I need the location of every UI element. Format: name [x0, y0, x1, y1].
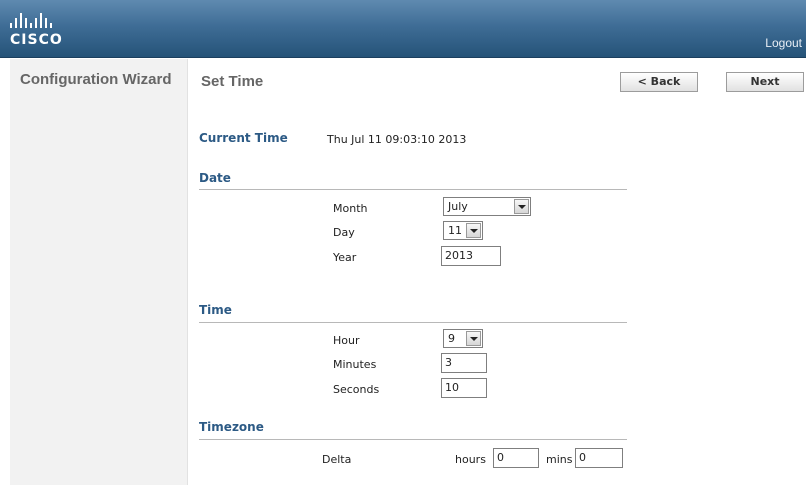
time-divider — [199, 322, 627, 323]
cisco-logo-text: CISCO — [10, 32, 63, 48]
chevron-down-icon[interactable] — [466, 223, 481, 238]
month-select[interactable]: July — [443, 197, 531, 216]
date-divider — [199, 189, 627, 190]
hours-label: hours — [455, 453, 486, 466]
sidebar-title: Configuration Wizard — [20, 71, 172, 88]
sidebar: Configuration Wizard — [10, 59, 188, 485]
day-select[interactable]: 11 — [443, 221, 483, 240]
delta-hours-input[interactable]: 0 — [493, 448, 539, 468]
seconds-input[interactable]: 10 — [441, 378, 487, 398]
mins-label: mins — [546, 453, 573, 466]
hour-select-value: 9 — [448, 332, 455, 345]
chevron-down-icon[interactable] — [514, 199, 529, 214]
time-section-label: Time — [199, 303, 232, 317]
day-select-value: 11 — [448, 224, 462, 237]
day-label: Day — [333, 226, 355, 239]
back-button[interactable]: < Back — [620, 72, 698, 92]
page-title: Set Time — [201, 73, 264, 90]
header-bar: CISCO Logout — [0, 0, 806, 58]
month-select-value: July — [448, 200, 468, 213]
year-label: Year — [333, 251, 357, 264]
minutes-label: Minutes — [333, 358, 377, 371]
timezone-divider — [199, 439, 627, 440]
minutes-input[interactable]: 3 — [441, 353, 487, 373]
month-label: Month — [333, 202, 368, 215]
timezone-section-label: Timezone — [199, 420, 264, 434]
cisco-logo-bars-icon — [10, 10, 80, 30]
delta-mins-input[interactable]: 0 — [575, 448, 623, 468]
current-time-value: Thu Jul 11 09:03:10 2013 — [327, 133, 467, 146]
hour-select[interactable]: 9 — [443, 329, 483, 348]
cisco-logo: CISCO — [10, 10, 80, 50]
year-input[interactable]: 2013 — [441, 246, 501, 266]
current-time-label: Current Time — [199, 131, 288, 145]
logout-link[interactable]: Logout — [765, 36, 802, 50]
seconds-label: Seconds — [333, 383, 380, 396]
next-button[interactable]: Next — [726, 72, 804, 92]
date-section-label: Date — [199, 171, 231, 185]
hour-label: Hour — [333, 334, 360, 347]
chevron-down-icon[interactable] — [466, 331, 481, 346]
delta-label: Delta — [322, 453, 352, 466]
